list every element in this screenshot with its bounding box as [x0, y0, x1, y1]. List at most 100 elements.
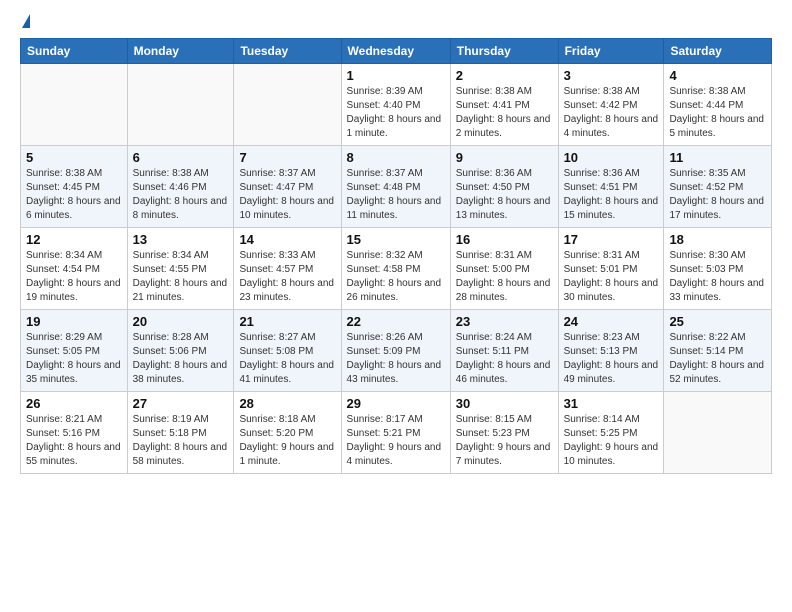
day-info: Sunrise: 8:32 AM Sunset: 4:58 PM Dayligh… — [347, 249, 445, 305]
day-info: Sunrise: 8:37 AM Sunset: 4:47 PM Dayligh… — [239, 167, 335, 223]
day-info: Sunrise: 8:33 AM Sunset: 4:57 PM Dayligh… — [239, 249, 335, 305]
day-number: 3 — [564, 68, 659, 83]
calendar-header-row: SundayMondayTuesdayWednesdayThursdayFrid… — [21, 39, 772, 64]
day-info: Sunrise: 8:18 AM Sunset: 5:20 PM Dayligh… — [239, 413, 335, 469]
day-number: 7 — [239, 150, 335, 165]
calendar-cell: 26 Sunrise: 8:21 AM Sunset: 5:16 PM Dayli… — [21, 392, 128, 474]
day-info: Sunrise: 8:34 AM Sunset: 4:55 PM Dayligh… — [133, 249, 229, 305]
day-number: 27 — [133, 396, 229, 411]
day-number: 31 — [564, 396, 659, 411]
day-number: 28 — [239, 396, 335, 411]
calendar-cell: 22 Sunrise: 8:26 AM Sunset: 5:09 PM Dayli… — [341, 310, 450, 392]
calendar-cell: 18 Sunrise: 8:30 AM Sunset: 5:03 PM Dayli… — [664, 228, 772, 310]
calendar-cell: 10Sunrise: 8:36 AM Sunset: 4:51 PM Dayli… — [558, 146, 664, 228]
calendar-cell: 3 Sunrise: 8:38 AM Sunset: 4:42 PM Daylig… — [558, 64, 664, 146]
day-number: 23 — [456, 314, 553, 329]
calendar-table: SundayMondayTuesdayWednesdayThursdayFrid… — [20, 38, 772, 474]
day-number: 4 — [669, 68, 766, 83]
calendar-cell: 5 Sunrise: 8:38 AM Sunset: 4:45 PM Daylig… — [21, 146, 128, 228]
day-info: Sunrise: 8:35 AM Sunset: 4:52 PM Dayligh… — [669, 167, 766, 223]
day-info: Sunrise: 8:31 AM Sunset: 5:01 PM Dayligh… — [564, 249, 659, 305]
day-number: 29 — [347, 396, 445, 411]
calendar-week-row: 19Sunrise: 8:29 AM Sunset: 5:05 PM Dayli… — [21, 310, 772, 392]
calendar-week-row: 5 Sunrise: 8:38 AM Sunset: 4:45 PM Daylig… — [21, 146, 772, 228]
calendar-week-row: 12 Sunrise: 8:34 AM Sunset: 4:54 PM Dayli… — [21, 228, 772, 310]
day-info: Sunrise: 8:36 AM Sunset: 4:50 PM Dayligh… — [456, 167, 553, 223]
header — [20, 16, 772, 28]
day-number: 8 — [347, 150, 445, 165]
day-info: Sunrise: 8:38 AM Sunset: 4:41 PM Dayligh… — [456, 85, 553, 141]
day-number: 24 — [564, 314, 659, 329]
day-info: Sunrise: 8:38 AM Sunset: 4:46 PM Dayligh… — [133, 167, 229, 223]
day-number: 15 — [347, 232, 445, 247]
day-number: 19 — [26, 314, 122, 329]
day-info: Sunrise: 8:37 AM Sunset: 4:48 PM Dayligh… — [347, 167, 445, 223]
day-info: Sunrise: 8:31 AM Sunset: 5:00 PM Dayligh… — [456, 249, 553, 305]
weekday-header-sunday: Sunday — [21, 39, 128, 64]
day-info: Sunrise: 8:21 AM Sunset: 5:16 PM Dayligh… — [26, 413, 122, 469]
day-info: Sunrise: 8:27 AM Sunset: 5:08 PM Dayligh… — [239, 331, 335, 387]
day-number: 1 — [347, 68, 445, 83]
calendar-cell: 30Sunrise: 8:15 AM Sunset: 5:23 PM Dayli… — [450, 392, 558, 474]
page: SundayMondayTuesdayWednesdayThursdayFrid… — [0, 0, 792, 490]
day-info: Sunrise: 8:39 AM Sunset: 4:40 PM Dayligh… — [347, 85, 445, 141]
day-number: 18 — [669, 232, 766, 247]
calendar-cell: 24 Sunrise: 8:23 AM Sunset: 5:13 PM Dayli… — [558, 310, 664, 392]
calendar-cell: 1 Sunrise: 8:39 AM Sunset: 4:40 PM Daylig… — [341, 64, 450, 146]
day-number: 25 — [669, 314, 766, 329]
calendar-cell: 21 Sunrise: 8:27 AM Sunset: 5:08 PM Dayli… — [234, 310, 341, 392]
calendar-cell — [234, 64, 341, 146]
weekday-header-friday: Friday — [558, 39, 664, 64]
calendar-cell — [127, 64, 234, 146]
weekday-header-thursday: Thursday — [450, 39, 558, 64]
day-info: Sunrise: 8:34 AM Sunset: 4:54 PM Dayligh… — [26, 249, 122, 305]
day-info: Sunrise: 8:36 AM Sunset: 4:51 PM Dayligh… — [564, 167, 659, 223]
day-info: Sunrise: 8:30 AM Sunset: 5:03 PM Dayligh… — [669, 249, 766, 305]
day-number: 26 — [26, 396, 122, 411]
calendar-cell: 7 Sunrise: 8:37 AM Sunset: 4:47 PM Daylig… — [234, 146, 341, 228]
calendar-cell: 25 Sunrise: 8:22 AM Sunset: 5:14 PM Dayli… — [664, 310, 772, 392]
calendar-cell — [664, 392, 772, 474]
weekday-header-wednesday: Wednesday — [341, 39, 450, 64]
weekday-header-tuesday: Tuesday — [234, 39, 341, 64]
day-number: 2 — [456, 68, 553, 83]
calendar-cell: 12 Sunrise: 8:34 AM Sunset: 4:54 PM Dayli… — [21, 228, 128, 310]
day-number: 20 — [133, 314, 229, 329]
day-number: 13 — [133, 232, 229, 247]
calendar-cell: 2 Sunrise: 8:38 AM Sunset: 4:41 PM Daylig… — [450, 64, 558, 146]
calendar-cell: 14 Sunrise: 8:33 AM Sunset: 4:57 PM Dayli… — [234, 228, 341, 310]
day-number: 16 — [456, 232, 553, 247]
day-number: 12 — [26, 232, 122, 247]
day-number: 17 — [564, 232, 659, 247]
calendar-cell: 4Sunrise: 8:38 AM Sunset: 4:44 PM Daylig… — [664, 64, 772, 146]
day-number: 22 — [347, 314, 445, 329]
weekday-header-saturday: Saturday — [664, 39, 772, 64]
day-info: Sunrise: 8:38 AM Sunset: 4:45 PM Dayligh… — [26, 167, 122, 223]
calendar-cell: 27 Sunrise: 8:19 AM Sunset: 5:18 PM Dayli… — [127, 392, 234, 474]
day-number: 11 — [669, 150, 766, 165]
day-info: Sunrise: 8:23 AM Sunset: 5:13 PM Dayligh… — [564, 331, 659, 387]
day-number: 9 — [456, 150, 553, 165]
logo-triangle-icon — [22, 14, 30, 28]
calendar-cell: 31 Sunrise: 8:14 AM Sunset: 5:25 PM Dayli… — [558, 392, 664, 474]
day-info: Sunrise: 8:19 AM Sunset: 5:18 PM Dayligh… — [133, 413, 229, 469]
day-info: Sunrise: 8:38 AM Sunset: 4:42 PM Dayligh… — [564, 85, 659, 141]
calendar-cell: 13 Sunrise: 8:34 AM Sunset: 4:55 PM Dayli… — [127, 228, 234, 310]
calendar-week-row: 26 Sunrise: 8:21 AM Sunset: 5:16 PM Dayli… — [21, 392, 772, 474]
day-info: Sunrise: 8:14 AM Sunset: 5:25 PM Dayligh… — [564, 413, 659, 469]
day-info: Sunrise: 8:28 AM Sunset: 5:06 PM Dayligh… — [133, 331, 229, 387]
day-info: Sunrise: 8:22 AM Sunset: 5:14 PM Dayligh… — [669, 331, 766, 387]
calendar-cell: 16 Sunrise: 8:31 AM Sunset: 5:00 PM Dayli… — [450, 228, 558, 310]
calendar-cell: 28 Sunrise: 8:18 AM Sunset: 5:20 PM Dayli… — [234, 392, 341, 474]
day-number: 14 — [239, 232, 335, 247]
day-info: Sunrise: 8:26 AM Sunset: 5:09 PM Dayligh… — [347, 331, 445, 387]
calendar-week-row: 1 Sunrise: 8:39 AM Sunset: 4:40 PM Daylig… — [21, 64, 772, 146]
day-info: Sunrise: 8:15 AM Sunset: 5:23 PM Dayligh… — [456, 413, 553, 469]
day-number: 5 — [26, 150, 122, 165]
calendar-cell: 15 Sunrise: 8:32 AM Sunset: 4:58 PM Dayli… — [341, 228, 450, 310]
day-number: 21 — [239, 314, 335, 329]
calendar-cell: 20 Sunrise: 8:28 AM Sunset: 5:06 PM Dayli… — [127, 310, 234, 392]
calendar-cell: 29Sunrise: 8:17 AM Sunset: 5:21 PM Dayli… — [341, 392, 450, 474]
day-info: Sunrise: 8:24 AM Sunset: 5:11 PM Dayligh… — [456, 331, 553, 387]
calendar-cell: 11 Sunrise: 8:35 AM Sunset: 4:52 PM Dayli… — [664, 146, 772, 228]
